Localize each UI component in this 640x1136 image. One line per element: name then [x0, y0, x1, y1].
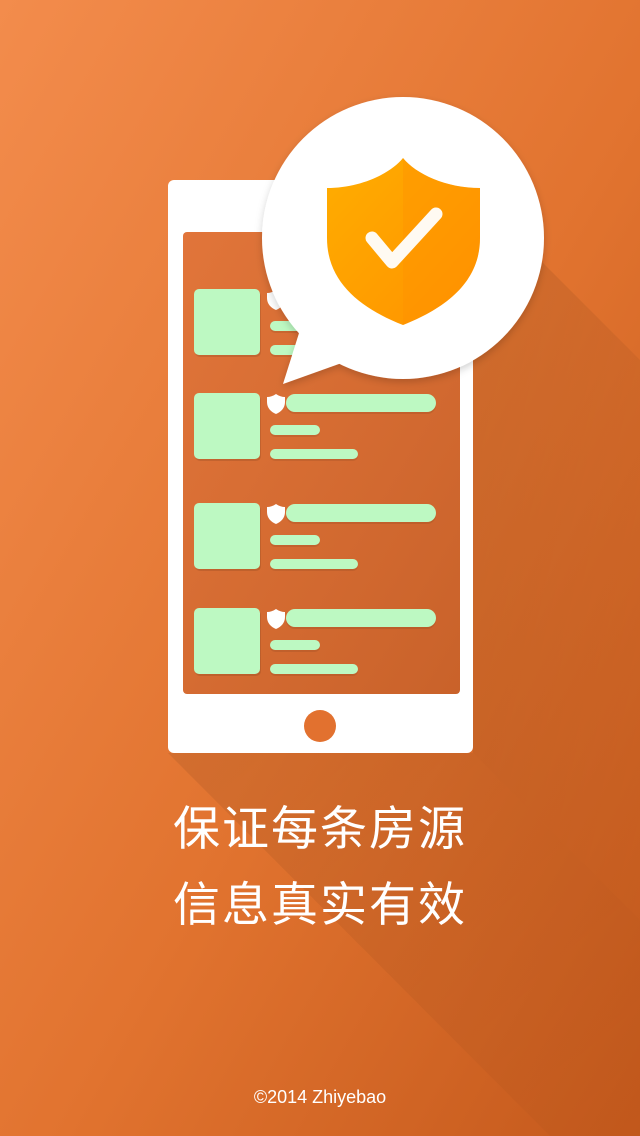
headline-line-1: 保证每条房源 — [173, 802, 467, 857]
splash-screen: 保证每条房源 信息真实有效 ©2014 Zhiyebao — [0, 0, 640, 1136]
copyright-text: ©2014 Zhiyebao — [253, 1087, 387, 1107]
headline-line-2: 信息真实有效 — [173, 878, 467, 933]
verified-badge-bubble — [262, 97, 544, 384]
